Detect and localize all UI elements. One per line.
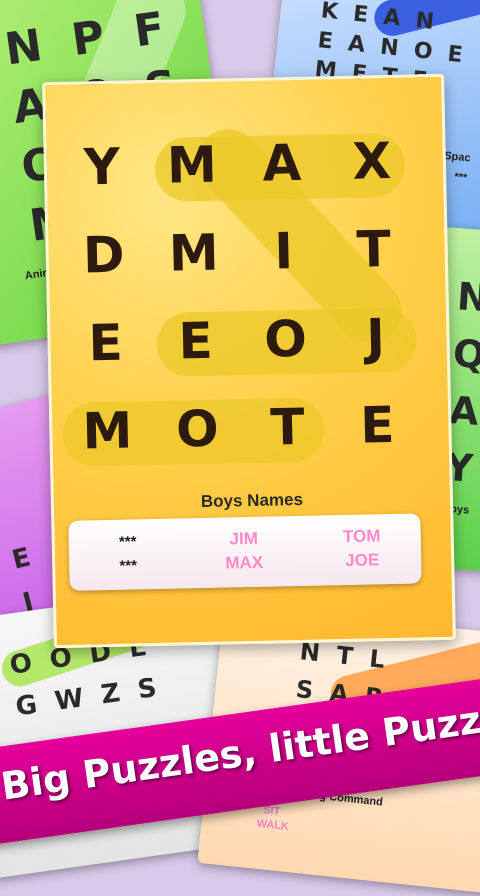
grid-cell[interactable]: J (340, 308, 411, 367)
found-word: JOE (344, 550, 380, 571)
grid-cell[interactable]: O (162, 399, 233, 459)
grid-cell[interactable]: D (68, 225, 139, 285)
found-word: TOM (342, 526, 381, 547)
grid-cell[interactable]: M (158, 223, 229, 283)
grid-cell[interactable]: M (72, 401, 143, 460)
grid-cell[interactable]: T (252, 397, 323, 457)
word-list-panel: *** JIM TOM *** MAX JOE (68, 513, 422, 591)
grid-cell[interactable]: X (336, 132, 407, 191)
grid-cell[interactable]: Y (66, 137, 137, 197)
grid-cell[interactable]: A (246, 134, 317, 193)
hidden-word: *** (118, 533, 137, 551)
found-word: MAX (225, 552, 264, 573)
found-word: JIM (229, 528, 259, 549)
grid-cell[interactable]: E (160, 311, 231, 371)
puzzle-category-title: Boys Names (200, 489, 304, 512)
grid-cell[interactable]: I (248, 222, 319, 281)
main-puzzle-card: Y M A X D M I T E E O J M O T E Boys Nam… (42, 73, 456, 649)
grid-cell[interactable]: M (156, 135, 227, 195)
grid-cell[interactable]: E (342, 396, 413, 455)
background-card-hidden-word: *** (453, 171, 468, 185)
hidden-word: *** (119, 557, 138, 575)
grid-cell[interactable]: T (338, 220, 409, 279)
grid-cell[interactable]: O (250, 310, 321, 369)
background-found-word: WALK (256, 817, 290, 833)
grid-cell[interactable]: E (70, 313, 141, 373)
